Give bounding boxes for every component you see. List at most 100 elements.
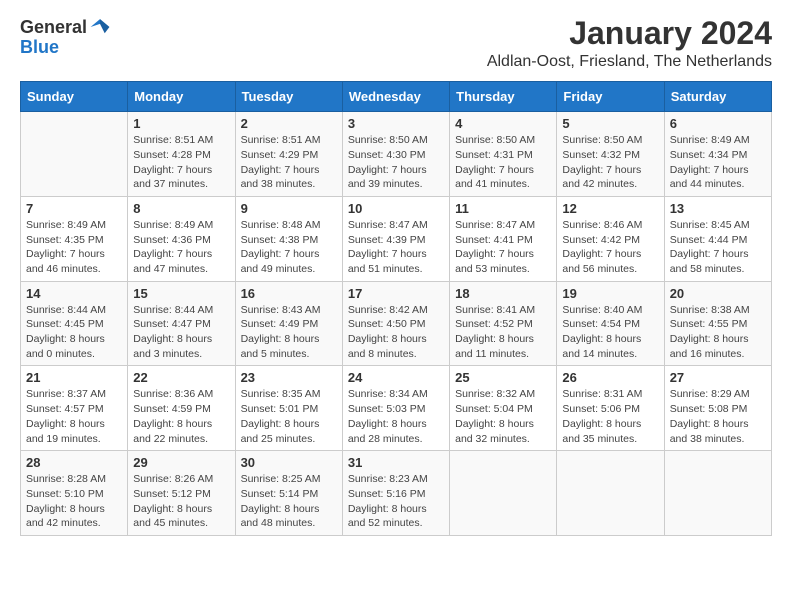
logo-bird-icon [89, 16, 111, 38]
page-header: General Blue January 2024 Aldlan-Oost, F… [20, 16, 772, 71]
calendar-cell: 30 Sunrise: 8:25 AMSunset: 5:14 PMDayligh… [235, 451, 342, 536]
calendar-cell: 24Sunrise: 8:34 AMSunset: 5:03 PMDayligh… [342, 366, 449, 451]
cell-detail: Sunrise: 8:47 AMSunset: 4:39 PMDaylight:… [348, 218, 444, 277]
calendar-cell: 11 Sunrise: 8:47 AMSunset: 4:41 PMDayligh… [450, 196, 557, 281]
day-number: 21 [26, 370, 122, 385]
calendar-cell: 10 Sunrise: 8:47 AMSunset: 4:39 PMDayligh… [342, 196, 449, 281]
calendar-cell [557, 451, 664, 536]
cell-detail: Sunrise: 8:38 AMSunset: 4:55 PMDaylight:… [670, 303, 766, 362]
calendar-cell: 6 Sunrise: 8:49 AMSunset: 4:34 PMDaylight… [664, 112, 771, 197]
cell-detail: Sunrise: 8:26 AMSunset: 5:12 PMDaylight:… [133, 472, 229, 531]
cell-detail: Sunrise: 8:41 AMSunset: 4:52 PMDaylight:… [455, 303, 551, 362]
calendar-cell: 1 Sunrise: 8:51 AMSunset: 4:28 PMDaylight… [128, 112, 235, 197]
cell-detail: Sunrise: 8:49 AMSunset: 4:36 PMDaylight:… [133, 218, 229, 277]
cell-detail: Sunrise: 8:51 AMSunset: 4:29 PMDaylight:… [241, 133, 337, 192]
cell-detail: Sunrise: 8:48 AMSunset: 4:38 PMDaylight:… [241, 218, 337, 277]
cell-detail: Sunrise: 8:47 AMSunset: 4:41 PMDaylight:… [455, 218, 551, 277]
day-number: 19 [562, 286, 658, 301]
weekday-header-friday: Friday [557, 82, 664, 112]
calendar-table: SundayMondayTuesdayWednesdayThursdayFrid… [20, 81, 772, 536]
day-number: 11 [455, 201, 551, 216]
cell-detail: Sunrise: 8:45 AMSunset: 4:44 PMDaylight:… [670, 218, 766, 277]
logo-blue: Blue [20, 37, 59, 57]
day-number: 3 [348, 116, 444, 131]
day-number: 29 [133, 455, 229, 470]
cell-detail: Sunrise: 8:44 AMSunset: 4:45 PMDaylight:… [26, 303, 122, 362]
calendar-week-row: 14 Sunrise: 8:44 AMSunset: 4:45 PMDayligh… [21, 281, 772, 366]
day-number: 18 [455, 286, 551, 301]
weekday-header-sunday: Sunday [21, 82, 128, 112]
calendar-cell [21, 112, 128, 197]
weekday-header-thursday: Thursday [450, 82, 557, 112]
calendar-cell: 22 Sunrise: 8:36 AMSunset: 4:59 PMDayligh… [128, 366, 235, 451]
cell-detail: Sunrise: 8:23 AMSunset: 5:16 PMDaylight:… [348, 472, 444, 531]
weekday-header-monday: Monday [128, 82, 235, 112]
calendar-cell: 14 Sunrise: 8:44 AMSunset: 4:45 PMDayligh… [21, 281, 128, 366]
cell-detail: Sunrise: 8:34 AMSunset: 5:03 PMDaylight:… [348, 387, 444, 446]
day-number: 15 [133, 286, 229, 301]
calendar-cell: 4 Sunrise: 8:50 AMSunset: 4:31 PMDaylight… [450, 112, 557, 197]
cell-detail: Sunrise: 8:44 AMSunset: 4:47 PMDaylight:… [133, 303, 229, 362]
day-number: 1 [133, 116, 229, 131]
calendar-cell: 13 Sunrise: 8:45 AMSunset: 4:44 PMDayligh… [664, 196, 771, 281]
calendar-cell: 17 Sunrise: 8:42 AMSunset: 4:50 PMDayligh… [342, 281, 449, 366]
calendar-cell: 18 Sunrise: 8:41 AMSunset: 4:52 PMDayligh… [450, 281, 557, 366]
cell-detail: Sunrise: 8:29 AMSunset: 5:08 PMDaylight:… [670, 387, 766, 446]
sub-title: Aldlan-Oost, Friesland, The Netherlands [487, 53, 772, 71]
calendar-header-row: SundayMondayTuesdayWednesdayThursdayFrid… [21, 82, 772, 112]
day-number: 25 [455, 370, 551, 385]
day-number: 10 [348, 201, 444, 216]
cell-detail: Sunrise: 8:31 AMSunset: 5:06 PMDaylight:… [562, 387, 658, 446]
weekday-header-tuesday: Tuesday [235, 82, 342, 112]
cell-detail: Sunrise: 8:28 AMSunset: 5:10 PMDaylight:… [26, 472, 122, 531]
day-number: 13 [670, 201, 766, 216]
weekday-header-saturday: Saturday [664, 82, 771, 112]
day-number: 5 [562, 116, 658, 131]
calendar-week-row: 21Sunrise: 8:37 AMSunset: 4:57 PMDayligh… [21, 366, 772, 451]
cell-detail: Sunrise: 8:49 AMSunset: 4:34 PMDaylight:… [670, 133, 766, 192]
cell-detail: Sunrise: 8:51 AMSunset: 4:28 PMDaylight:… [133, 133, 229, 192]
cell-detail: Sunrise: 8:32 AMSunset: 5:04 PMDaylight:… [455, 387, 551, 446]
cell-detail: Sunrise: 8:25 AMSunset: 5:14 PMDaylight:… [241, 472, 337, 531]
cell-detail: Sunrise: 8:50 AMSunset: 4:31 PMDaylight:… [455, 133, 551, 192]
day-number: 6 [670, 116, 766, 131]
main-title: January 2024 [487, 16, 772, 51]
day-number: 22 [133, 370, 229, 385]
day-number: 26 [562, 370, 658, 385]
calendar-cell: 26 Sunrise: 8:31 AMSunset: 5:06 PMDayligh… [557, 366, 664, 451]
cell-detail: Sunrise: 8:50 AMSunset: 4:30 PMDaylight:… [348, 133, 444, 192]
day-number: 17 [348, 286, 444, 301]
calendar-week-row: 28Sunrise: 8:28 AMSunset: 5:10 PMDayligh… [21, 451, 772, 536]
cell-detail: Sunrise: 8:50 AMSunset: 4:32 PMDaylight:… [562, 133, 658, 192]
calendar-cell: 12Sunrise: 8:46 AMSunset: 4:42 PMDayligh… [557, 196, 664, 281]
calendar-cell: 28Sunrise: 8:28 AMSunset: 5:10 PMDayligh… [21, 451, 128, 536]
calendar-cell: 21Sunrise: 8:37 AMSunset: 4:57 PMDayligh… [21, 366, 128, 451]
day-number: 4 [455, 116, 551, 131]
calendar-cell: 9Sunrise: 8:48 AMSunset: 4:38 PMDaylight… [235, 196, 342, 281]
calendar-cell: 3 Sunrise: 8:50 AMSunset: 4:30 PMDaylight… [342, 112, 449, 197]
day-number: 30 [241, 455, 337, 470]
day-number: 7 [26, 201, 122, 216]
day-number: 20 [670, 286, 766, 301]
calendar-cell: 25 Sunrise: 8:32 AMSunset: 5:04 PMDayligh… [450, 366, 557, 451]
calendar-cell: 15 Sunrise: 8:44 AMSunset: 4:47 PMDayligh… [128, 281, 235, 366]
logo: General Blue [20, 16, 111, 58]
day-number: 31 [348, 455, 444, 470]
cell-detail: Sunrise: 8:49 AMSunset: 4:35 PMDaylight:… [26, 218, 122, 277]
logo-general: General [20, 18, 87, 36]
day-number: 2 [241, 116, 337, 131]
calendar-cell: 23Sunrise: 8:35 AMSunset: 5:01 PMDayligh… [235, 366, 342, 451]
calendar-cell [450, 451, 557, 536]
cell-detail: Sunrise: 8:35 AMSunset: 5:01 PMDaylight:… [241, 387, 337, 446]
weekday-header-wednesday: Wednesday [342, 82, 449, 112]
cell-detail: Sunrise: 8:42 AMSunset: 4:50 PMDaylight:… [348, 303, 444, 362]
day-number: 16 [241, 286, 337, 301]
calendar-cell [664, 451, 771, 536]
calendar-cell: 5 Sunrise: 8:50 AMSunset: 4:32 PMDaylight… [557, 112, 664, 197]
title-block: January 2024 Aldlan-Oost, Friesland, The… [487, 16, 772, 71]
calendar-cell: 7 Sunrise: 8:49 AMSunset: 4:35 PMDaylight… [21, 196, 128, 281]
cell-detail: Sunrise: 8:36 AMSunset: 4:59 PMDaylight:… [133, 387, 229, 446]
day-number: 12 [562, 201, 658, 216]
cell-detail: Sunrise: 8:40 AMSunset: 4:54 PMDaylight:… [562, 303, 658, 362]
day-number: 14 [26, 286, 122, 301]
